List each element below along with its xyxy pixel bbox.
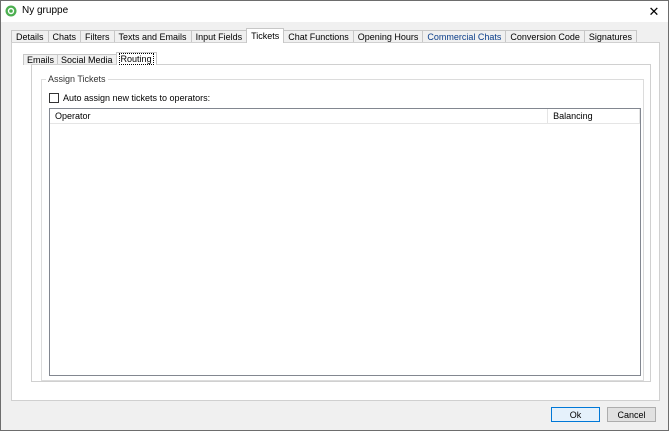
column-header-operator[interactable]: Operator [50,109,549,124]
main-tabs: Details Chats Filters Texts and Emails I… [11,28,637,43]
auto-assign-checkbox[interactable] [49,93,59,103]
tickets-tab-panel: Emails Social Media Routing Assign Ticke… [11,42,660,401]
cancel-button[interactable]: Cancel [607,407,656,422]
dialog-window: Ny gruppe ✕ Details Chats Filters Texts … [0,0,669,431]
auto-assign-label: Auto assign new tickets to operators: [63,93,211,103]
group-title: Assign Tickets [46,74,108,84]
operators-list[interactable]: Operator Balancing [49,108,641,376]
subtab-routing-label: Routing [118,53,154,65]
close-icon: ✕ [648,3,660,19]
title-bar[interactable]: Ny gruppe ✕ [1,1,668,22]
close-button[interactable]: ✕ [640,1,668,22]
subtab-routing[interactable]: Routing [115,52,157,65]
tab-tickets[interactable]: Tickets [246,28,285,43]
auto-assign-option[interactable]: Auto assign new tickets to operators: [49,93,210,103]
assign-tickets-group: Assign Tickets Auto assign new tickets t… [41,74,644,381]
routing-panel: Assign Tickets Auto assign new tickets t… [31,64,651,382]
list-header: Operator Balancing [50,109,640,124]
ok-button[interactable]: Ok [551,407,600,422]
window-title: Ny gruppe [22,5,69,16]
app-logo-icon [5,5,17,17]
column-header-balancing[interactable]: Balancing [548,109,640,124]
